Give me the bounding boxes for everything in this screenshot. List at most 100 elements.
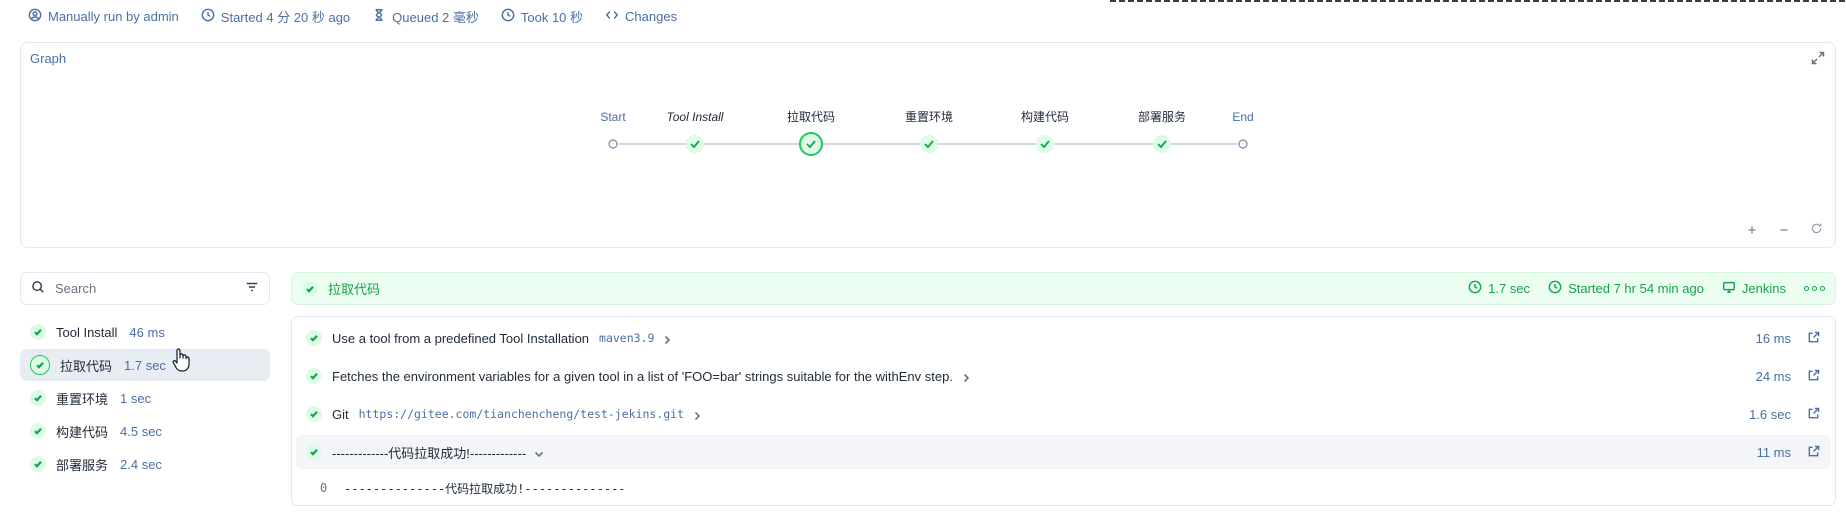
step-row[interactable]: Git https://gitee.com/tianchencheng/test… — [296, 397, 1831, 431]
hand-cursor-icon — [172, 348, 190, 372]
search-input[interactable] — [55, 281, 235, 296]
agent-link[interactable]: Jenkins — [1722, 280, 1786, 297]
graph-stage-node[interactable] — [1153, 135, 1171, 153]
step-duration: 16 ms — [1755, 330, 1791, 346]
reset-zoom-icon[interactable] — [1809, 222, 1823, 239]
stage-list: Tool Install 46 ms 拉取代码 1.7 sec 重置环境 1 s… — [20, 316, 270, 481]
chevron-right-icon[interactable] — [692, 409, 702, 421]
agent-text[interactable]: Jenkins — [1742, 281, 1786, 296]
graph-terminal-node — [1238, 139, 1248, 149]
step-argument: https://gitee.com/tianchencheng/test-jek… — [358, 407, 685, 421]
stage-name: 拉取代码 — [60, 358, 113, 374]
search-icon — [31, 280, 45, 297]
graph-stage-node[interactable] — [1036, 135, 1054, 153]
user-circle-icon — [28, 8, 42, 25]
chevron-right-icon[interactable] — [961, 371, 971, 383]
zoom-in-button[interactable]: + — [1745, 222, 1759, 239]
stage-duration-text: 1.7 sec — [1488, 281, 1531, 296]
stage-duration: 4.5 sec — [120, 423, 162, 439]
steps-panel: Use a tool from a predefined Tool Instal… — [291, 316, 1836, 506]
step-label: Git — [332, 406, 349, 422]
graph-node-label: 构建代码 — [1021, 109, 1069, 124]
check-icon — [30, 390, 46, 406]
stage-item-build-code[interactable]: 构建代码 4.5 sec — [20, 415, 270, 447]
zoom-out-button[interactable]: − — [1777, 222, 1791, 239]
graph-stage-node[interactable] — [920, 135, 938, 153]
step-argument: maven3.9 — [599, 331, 655, 345]
check-icon — [306, 368, 322, 384]
pipeline-graph: Start Tool Install 拉取代码 重置环境 构建代码 部署服务 End — [600, 109, 1254, 156]
zoom-controls: + − — [1745, 222, 1823, 239]
stage-duration-meta: 1.7 sec — [1468, 280, 1530, 297]
external-link-icon[interactable] — [1807, 331, 1821, 345]
hourglass-icon — [372, 8, 386, 25]
stage-item-reset-env[interactable]: 重置环境 1 sec — [20, 382, 270, 414]
chevron-right-icon[interactable] — [662, 333, 672, 345]
check-icon — [302, 280, 318, 297]
stage-item-deploy[interactable]: 部署服务 2.4 sec — [20, 448, 270, 480]
queued-meta: Queued 2 毫秒 — [372, 7, 479, 26]
stage-name: Tool Install — [56, 324, 118, 340]
graph-node-label: Start — [600, 110, 626, 124]
graph-panel: Graph Start Tool Install 拉取代码 重置环境 构建代码 部署服务 E… — [20, 42, 1836, 248]
top-edge-line — [1110, 0, 1846, 2]
step-duration: 24 ms — [1755, 368, 1791, 384]
graph-stage-node[interactable] — [799, 132, 823, 156]
changes-link[interactable]: Changes — [605, 8, 677, 25]
external-link-icon[interactable] — [1807, 407, 1821, 421]
check-icon — [30, 423, 46, 439]
check-icon — [306, 330, 322, 346]
run-meta-bar: Manually run by admin Started 4 分 20 秒 a… — [28, 6, 677, 26]
stage-duration: 2.4 sec — [120, 456, 162, 472]
graph-node-label: 重置环境 — [905, 109, 953, 124]
stage-started-meta: Started 7 hr 54 min ago — [1548, 280, 1704, 297]
changes-text[interactable]: Changes — [625, 9, 677, 24]
step-row[interactable]: Fetches the environment variables for a … — [296, 359, 1831, 393]
check-icon — [30, 456, 46, 472]
stage-item-tool-install[interactable]: Tool Install 46 ms — [20, 316, 270, 348]
graph-node-label: 部署服务 — [1138, 109, 1186, 124]
stage-name: 构建代码 — [56, 424, 109, 440]
step-duration: 11 ms — [1756, 444, 1791, 460]
graph-terminal-node — [608, 139, 618, 149]
step-row-expanded[interactable]: -------------代码拉取成功!------------- 11 ms — [296, 435, 1831, 469]
computer-icon — [1722, 280, 1736, 297]
timer-icon — [1468, 280, 1482, 297]
check-icon — [306, 406, 322, 422]
queued-text: Queued 2 毫秒 — [392, 9, 479, 25]
graph-node-label: 拉取代码 — [787, 109, 835, 124]
graph-stage-node[interactable] — [686, 135, 704, 153]
check-icon — [306, 444, 322, 460]
more-options-icon[interactable] — [1804, 286, 1825, 291]
clock-icon — [201, 8, 215, 25]
stage-duration: 46 ms — [129, 324, 165, 340]
stage-item-pull-code[interactable]: 拉取代码 1.7 sec — [20, 349, 270, 381]
stage-search[interactable] — [20, 272, 270, 305]
external-link-icon[interactable] — [1807, 445, 1821, 459]
check-icon — [30, 324, 46, 340]
code-icon — [605, 8, 619, 25]
stage-duration: 1 sec — [120, 390, 152, 406]
stage-started-text: Started 7 hr 54 min ago — [1568, 281, 1704, 296]
stage-name: 部署服务 — [56, 457, 109, 473]
stage-name: 重置环境 — [56, 391, 109, 407]
step-label: -------------代码拉取成功!------------- — [332, 445, 527, 461]
run-by-text: Manually run by admin — [48, 8, 179, 24]
chevron-down-icon[interactable] — [534, 447, 544, 458]
log-text: --------------代码拉取成功!-------------- — [344, 481, 626, 496]
stage-duration: 1.7 sec — [124, 357, 166, 373]
started-text: Started 4 分 20 秒 ago — [220, 9, 351, 25]
external-link-icon[interactable] — [1807, 369, 1821, 383]
took-meta: Took 10 秒 — [501, 7, 583, 26]
log-line: 0 --------------代码拉取成功!-------------- — [296, 473, 1831, 503]
selected-stage-meta: 1.7 sec Started 7 hr 54 min ago Jenkins — [1468, 280, 1825, 297]
filter-icon[interactable] — [245, 280, 259, 297]
log-line-number: 0 — [320, 481, 328, 495]
run-by-meta: Manually run by admin — [28, 8, 179, 25]
step-label: Fetches the environment variables for a … — [332, 368, 953, 384]
timer-icon — [501, 8, 515, 25]
step-row[interactable]: Use a tool from a predefined Tool Instal… — [296, 321, 1831, 355]
check-icon — [30, 355, 50, 375]
took-text: Took 10 秒 — [520, 9, 584, 25]
selected-stage-title: 拉取代码 — [328, 282, 381, 297]
